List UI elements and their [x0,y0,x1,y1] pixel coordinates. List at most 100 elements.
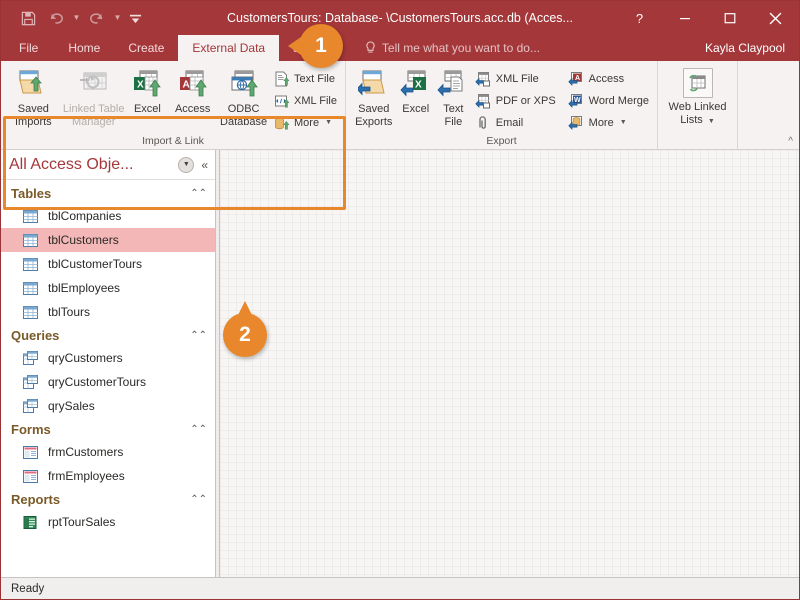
nav-item-label: tblCompanies [48,209,122,223]
linked-table-manager-icon [78,68,110,100]
minimize-icon[interactable] [662,1,707,35]
status-text: Ready [11,582,45,595]
nav-item-label: tblEmployees [48,281,121,295]
access-import-button[interactable]: A Access [168,65,217,131]
undo-dropdown-icon[interactable]: ▼ [71,5,82,31]
nav-item-label: frmCustomers [48,445,124,459]
access-export-button[interactable]: A Access [565,68,652,89]
excel-export-button[interactable]: X Excel [397,65,436,131]
table-icon [23,233,40,248]
nav-item-frmcustomers[interactable]: frmCustomers [1,440,215,464]
collapse-ribbon-icon[interactable]: ^ [788,136,793,147]
nav-item-tblemployees[interactable]: tblEmployees [1,276,215,300]
double-chevron-left-icon[interactable]: « [198,158,211,172]
pdf-or-xps-button[interactable]: PDF or XPS [472,90,559,111]
access-import-icon: A [177,68,209,100]
query-icon [23,399,40,414]
callout-1-number: 1 [315,34,327,57]
workspace: All Access Obje... ▼ « Tables ⌃⌃ tblComp… [1,150,799,577]
more-import-button[interactable]: More ▼ [270,112,340,133]
nav-group-reports[interactable]: Reports ⌃⌃ [1,488,215,510]
navigation-object-list[interactable]: Tables ⌃⌃ tblCompanies tblCustomers tblC… [1,180,215,577]
callout-badge-2: 2 [223,301,267,357]
user-account-label[interactable]: Kayla Claypool [705,35,799,61]
web-linked-lists-button[interactable]: Web Linked Lists ▼ [663,65,732,131]
quick-access-toolbar: ▼ ▼ [1,5,145,31]
nav-item-frmemployees[interactable]: frmEmployees [1,464,215,488]
web-linked-lists-icon [682,68,713,98]
email-export-button[interactable]: Email [472,112,559,133]
redo-dropdown-icon[interactable]: ▼ [112,5,123,31]
excel-import-button[interactable]: X Excel [127,65,168,131]
more-import-label: More [294,116,320,129]
undo-icon[interactable] [43,5,69,31]
excel-import-icon: X [131,68,163,100]
navigation-pane-header[interactable]: All Access Obje... ▼ « [1,150,215,180]
double-chevron-up-icon[interactable]: ⌃⌃ [190,494,207,505]
tab-home[interactable]: Home [54,35,114,61]
word-merge-label: Word Merge [588,94,649,107]
nav-item-label: qryCustomers [48,351,123,365]
tab-external-data[interactable]: External Data [178,35,280,61]
nav-item-label: rptTourSales [48,515,116,529]
customize-quick-access-icon[interactable] [125,5,145,31]
tab-create[interactable]: Create [114,35,178,61]
report-icon [23,515,40,530]
saved-imports-icon [17,68,49,100]
query-icon [23,375,40,390]
double-chevron-up-icon[interactable]: ⌃⌃ [190,188,207,199]
xml-file-export-button[interactable]: XML File [472,68,559,89]
nav-group-tables[interactable]: Tables ⌃⌃ [1,182,215,204]
xml-file-import-button[interactable]: XML File [270,90,340,111]
saved-exports-button[interactable]: Saved Exports [351,65,397,131]
nav-item-qrycustomertours[interactable]: qryCustomerTours [1,370,215,394]
excel-export-label: Excel [402,103,430,115]
double-chevron-up-icon[interactable]: ⌃⌃ [190,424,207,435]
text-file-import-button[interactable]: Text File [270,68,340,89]
odbc-database-label-1: ODBC [227,103,260,115]
text-file-export-button[interactable]: Text File [435,65,472,131]
nav-item-tbltours[interactable]: tblTours [1,300,215,324]
web-linked-lists-dropdown-icon[interactable]: ▼ [708,118,715,125]
navigation-pane: All Access Obje... ▼ « Tables ⌃⌃ tblComp… [1,150,216,577]
export-small-buttons-col1: XML File PDF or XPS Email [472,65,559,133]
saved-imports-label-1: Saved [17,103,49,115]
form-icon [23,469,40,484]
saved-exports-label-2: Exports [355,115,393,128]
nav-item-label: frmEmployees [48,469,125,483]
linked-table-manager-label-1: Linked Table [62,103,125,115]
export-group-title: Export [486,135,517,147]
more-export-button[interactable]: More ▼ [565,112,652,133]
nav-item-qrysales[interactable]: qrySales [1,394,215,418]
saved-imports-button[interactable]: Saved Imports [6,65,61,131]
help-icon[interactable]: ? [617,1,662,35]
redo-icon[interactable] [84,5,110,31]
save-icon[interactable] [15,5,41,31]
tell-me-search[interactable]: Tell me what you want to do... [365,35,540,61]
web-linked-lists-group-title [658,134,737,149]
svg-text:A: A [182,80,189,91]
nav-group-queries[interactable]: Queries ⌃⌃ [1,324,215,346]
maximize-icon[interactable] [707,1,752,35]
odbc-database-button[interactable]: ODBC Database [217,65,270,131]
nav-item-tblcompanies[interactable]: tblCompanies [1,204,215,228]
main-content-area[interactable] [220,150,799,577]
word-merge-button[interactable]: W Word Merge [565,90,652,111]
import-small-buttons: Text File XML File More ▼ [270,65,340,133]
access-export-label: Access [588,72,625,85]
nav-item-tblcustomers[interactable]: tblCustomers [1,228,215,252]
double-chevron-up-icon[interactable]: ⌃⌃ [190,330,207,341]
more-import-dropdown-icon[interactable]: ▼ [325,119,332,126]
nav-item-tblcustomertours[interactable]: tblCustomerTours [1,252,215,276]
nav-item-rpttoursales[interactable]: rptTourSales [1,510,215,534]
chevron-down-icon[interactable]: ▼ [178,156,195,173]
linked-table-manager-button[interactable]: Linked Table Manager [61,65,127,131]
close-icon[interactable] [752,1,799,35]
nav-group-forms[interactable]: Forms ⌃⌃ [1,418,215,440]
more-export-icon [568,114,585,131]
more-export-dropdown-icon[interactable]: ▼ [620,119,627,126]
tab-file[interactable]: File [1,35,54,61]
access-window: ▼ ▼ CustomersTours: Database- \Customers… [0,0,800,600]
nav-item-qrycustomers[interactable]: qryCustomers [1,346,215,370]
email-export-icon [475,114,492,131]
